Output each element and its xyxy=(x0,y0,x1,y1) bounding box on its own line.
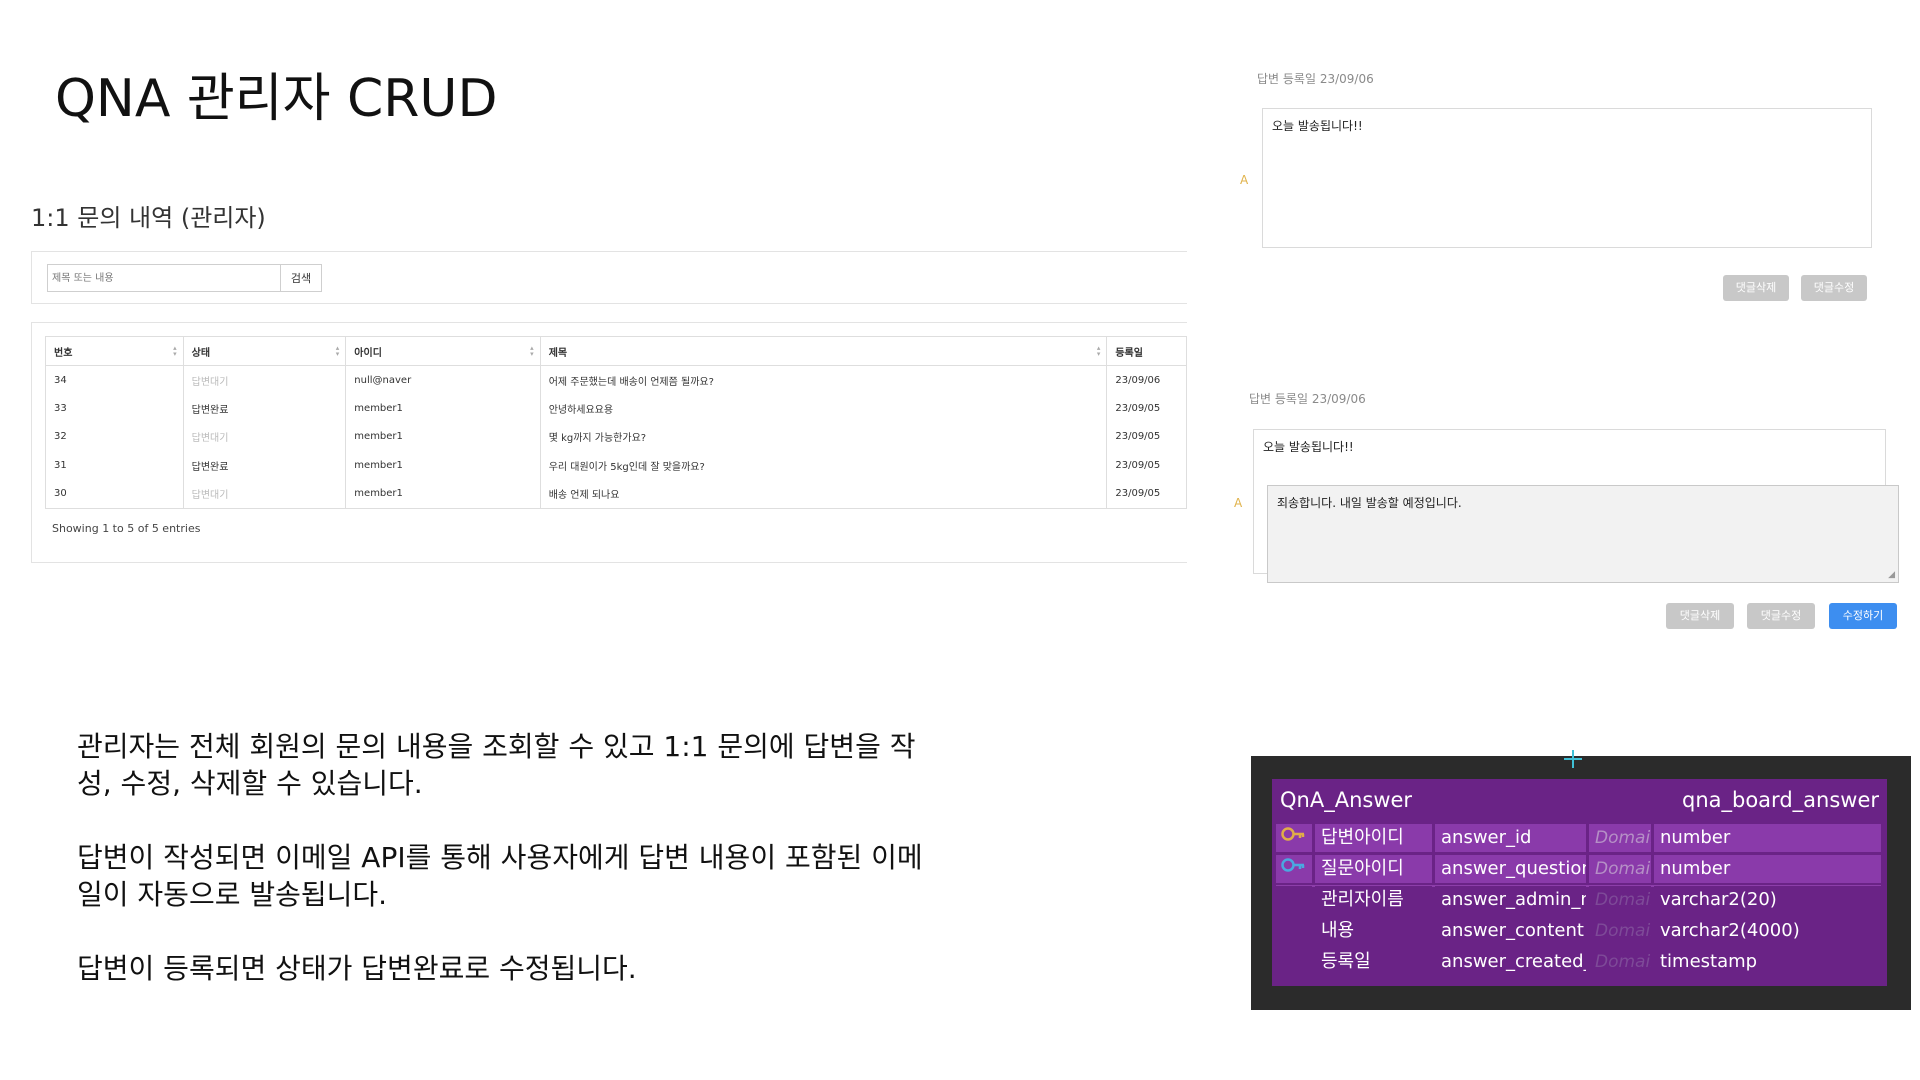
column-logical-name: 관리자이름 xyxy=(1315,886,1432,914)
column-logical-name: 질문아이디 xyxy=(1315,855,1432,883)
column-header-id[interactable]: 아이디 ▴ ▾ xyxy=(345,336,541,366)
erd-column-row: 질문아이디 answer_question_id Domain number xyxy=(1276,853,1881,884)
column-header-no[interactable]: 번호 ▴ ▾ xyxy=(45,336,184,366)
cell-id: member1 xyxy=(345,479,541,509)
column-header-title[interactable]: 제목 ▴ ▾ xyxy=(539,336,1108,366)
cell-id: null@naver xyxy=(345,365,541,394)
no-key-cell xyxy=(1276,886,1312,914)
description-paragraph: 답변이 작성되면 이메일 API를 통해 사용자에게 답변 내용이 포함된 이메… xyxy=(77,841,923,911)
edit-comment-button[interactable]: 댓글수정 xyxy=(1747,603,1815,629)
table-row[interactable]: 32 답변대기 member1 몇 kg까지 가능한가요? 23/09/05 xyxy=(45,422,1187,451)
cell-date: 23/09/05 xyxy=(1106,451,1187,480)
column-type: number xyxy=(1654,824,1881,852)
column-domain: Domain xyxy=(1589,824,1651,852)
erd-column-row: 관리자이름 answer_admin_name Domain varchar2(… xyxy=(1276,884,1881,915)
erd-column-row: 답변아이디 answer_id Domain number xyxy=(1276,822,1881,853)
slide-title: QNA 관리자 CRUD xyxy=(55,69,498,129)
table-row[interactable]: 34 답변대기 null@naver 어제 주문했는데 배송이 언제쯤 될까요?… xyxy=(45,365,1187,394)
column-type: number xyxy=(1654,855,1881,883)
entity-name: QnA_Answer xyxy=(1280,788,1413,812)
column-domain: Domain xyxy=(1589,948,1651,976)
cell-title[interactable]: 몇 kg까지 가능한가요? xyxy=(539,422,1108,451)
column-physical-name: answer_created_at xyxy=(1435,948,1586,976)
sort-icon: ▴ ▾ xyxy=(173,344,177,358)
sort-icon: ▴ ▾ xyxy=(530,344,534,358)
table-info: Showing 1 to 5 of 5 entries xyxy=(52,522,201,535)
cell-date: 23/09/05 xyxy=(1106,422,1187,451)
cell-status: 답변완료 xyxy=(182,451,347,480)
cell-status: 답변대기 xyxy=(182,365,347,394)
cell-title[interactable]: 배송 언제 되나요 xyxy=(539,479,1108,509)
cell-date: 23/09/06 xyxy=(1106,365,1187,394)
answer-marker: A xyxy=(1234,496,1243,510)
cell-title[interactable]: 안녕하세요요용 xyxy=(539,394,1108,423)
column-domain: Domain xyxy=(1589,886,1651,914)
column-header-date[interactable]: 등록일 xyxy=(1106,336,1187,366)
answer-date-label: 답변 등록일 23/09/06 xyxy=(1249,392,1366,406)
column-domain: Domain xyxy=(1589,917,1651,945)
delete-comment-button[interactable]: 댓글삭제 xyxy=(1666,603,1734,629)
cell-id: member1 xyxy=(345,451,541,480)
cell-status: 답변대기 xyxy=(182,422,347,451)
table-row[interactable]: 33 답변완료 member1 안녕하세요요용 23/09/05 xyxy=(45,394,1187,423)
delete-comment-button[interactable]: 댓글삭제 xyxy=(1723,275,1789,301)
edit-comment-button[interactable]: 댓글수정 xyxy=(1801,275,1867,301)
search-button[interactable]: 검색 xyxy=(280,264,322,292)
no-key-cell xyxy=(1276,917,1312,945)
erd-diagram: QnA_Answer qna_board_answer 답변아이디 answer… xyxy=(1251,750,1911,1010)
cell-id: member1 xyxy=(345,394,541,423)
cell-title[interactable]: 어제 주문했는데 배송이 언제쯤 될까요? xyxy=(539,365,1108,394)
cell-no: 30 xyxy=(45,479,184,509)
column-type: varchar2(4000) xyxy=(1654,917,1881,945)
answer-date-label: 답변 등록일 23/09/06 xyxy=(1257,72,1374,86)
table-header-row: 번호 ▴ ▾ 상태 ▴ ▾ 아이디 ▴ ▾ 제목 ▴ ▾ 등록일 xyxy=(45,336,1187,366)
column-logical-name: 답변아이디 xyxy=(1315,824,1432,852)
resize-handle-icon[interactable]: ◢ xyxy=(1888,570,1895,580)
sort-icon: ▴ ▾ xyxy=(335,344,340,358)
erd-column-row: 등록일 answer_created_at Domain timestamp xyxy=(1276,946,1881,977)
foreign-key-icon xyxy=(1276,855,1312,883)
inquiry-table: 번호 ▴ ▾ 상태 ▴ ▾ 아이디 ▴ ▾ 제목 ▴ ▾ 등록일 34 답변대기 null@na… xyxy=(45,336,1187,509)
primary-key-icon xyxy=(1276,824,1312,852)
answer-edit-textarea[interactable]: 죄송합니다. 내일 발송할 예정입니다. ◢ xyxy=(1267,485,1899,583)
cell-id: member1 xyxy=(345,422,541,451)
column-physical-name: answer_content xyxy=(1435,917,1586,945)
entity-table-name: qna_board_answer xyxy=(1682,788,1879,812)
column-logical-name: 등록일 xyxy=(1315,948,1432,976)
cell-status: 답변완료 xyxy=(182,394,347,423)
list-heading: 1:1 문의 내역 (관리자) xyxy=(31,204,266,232)
plus-icon xyxy=(1564,750,1582,768)
column-header-status[interactable]: 상태 ▴ ▾ xyxy=(182,336,347,366)
erd-column-row: 내용 answer_content Domain varchar2(4000) xyxy=(1276,915,1881,946)
no-key-cell xyxy=(1276,948,1312,976)
column-type: varchar2(20) xyxy=(1654,886,1881,914)
column-domain: Domain xyxy=(1589,855,1651,883)
column-physical-name: answer_question_id xyxy=(1435,855,1586,883)
cell-no: 31 xyxy=(45,451,184,480)
search-bar: 검색 xyxy=(31,251,1187,304)
cell-date: 23/09/05 xyxy=(1106,479,1187,509)
erd-entity: QnA_Answer qna_board_answer 답변아이디 answer… xyxy=(1272,779,1887,986)
search-input[interactable] xyxy=(47,264,281,292)
column-physical-name: answer_admin_name xyxy=(1435,886,1586,914)
submit-edit-button[interactable]: 수정하기 xyxy=(1829,603,1897,629)
column-type: timestamp xyxy=(1654,948,1881,976)
cell-no: 33 xyxy=(45,394,184,423)
cell-date: 23/09/05 xyxy=(1106,394,1187,423)
cell-title[interactable]: 우리 대원이가 5kg인데 잘 맞을까요? xyxy=(539,451,1108,480)
cell-status: 답변대기 xyxy=(182,479,347,509)
description-paragraph: 관리자는 전체 회원의 문의 내용을 조회할 수 있고 1:1 문의에 답변을 … xyxy=(77,730,916,800)
table-row[interactable]: 31 답변완료 member1 우리 대원이가 5kg인데 잘 맞을까요? 23… xyxy=(45,451,1187,480)
cell-no: 34 xyxy=(45,365,184,394)
inquiry-table-panel: 번호 ▴ ▾ 상태 ▴ ▾ 아이디 ▴ ▾ 제목 ▴ ▾ 등록일 34 답변대기 null@na… xyxy=(31,322,1187,563)
sort-icon: ▴ ▾ xyxy=(1096,344,1101,358)
answer-marker: A xyxy=(1240,173,1249,187)
answer-content-box: 오늘 발송됩니다!! xyxy=(1262,108,1872,248)
column-logical-name: 내용 xyxy=(1315,917,1432,945)
answer-edit-text: 죄송합니다. 내일 발송할 예정입니다. xyxy=(1277,496,1462,510)
description-paragraph: 답변이 등록되면 상태가 답변완료로 수정됩니다. xyxy=(77,952,637,985)
column-physical-name: answer_id xyxy=(1435,824,1586,852)
table-row[interactable]: 30 답변대기 member1 배송 언제 되나요 23/09/05 xyxy=(45,479,1187,509)
cell-no: 32 xyxy=(45,422,184,451)
